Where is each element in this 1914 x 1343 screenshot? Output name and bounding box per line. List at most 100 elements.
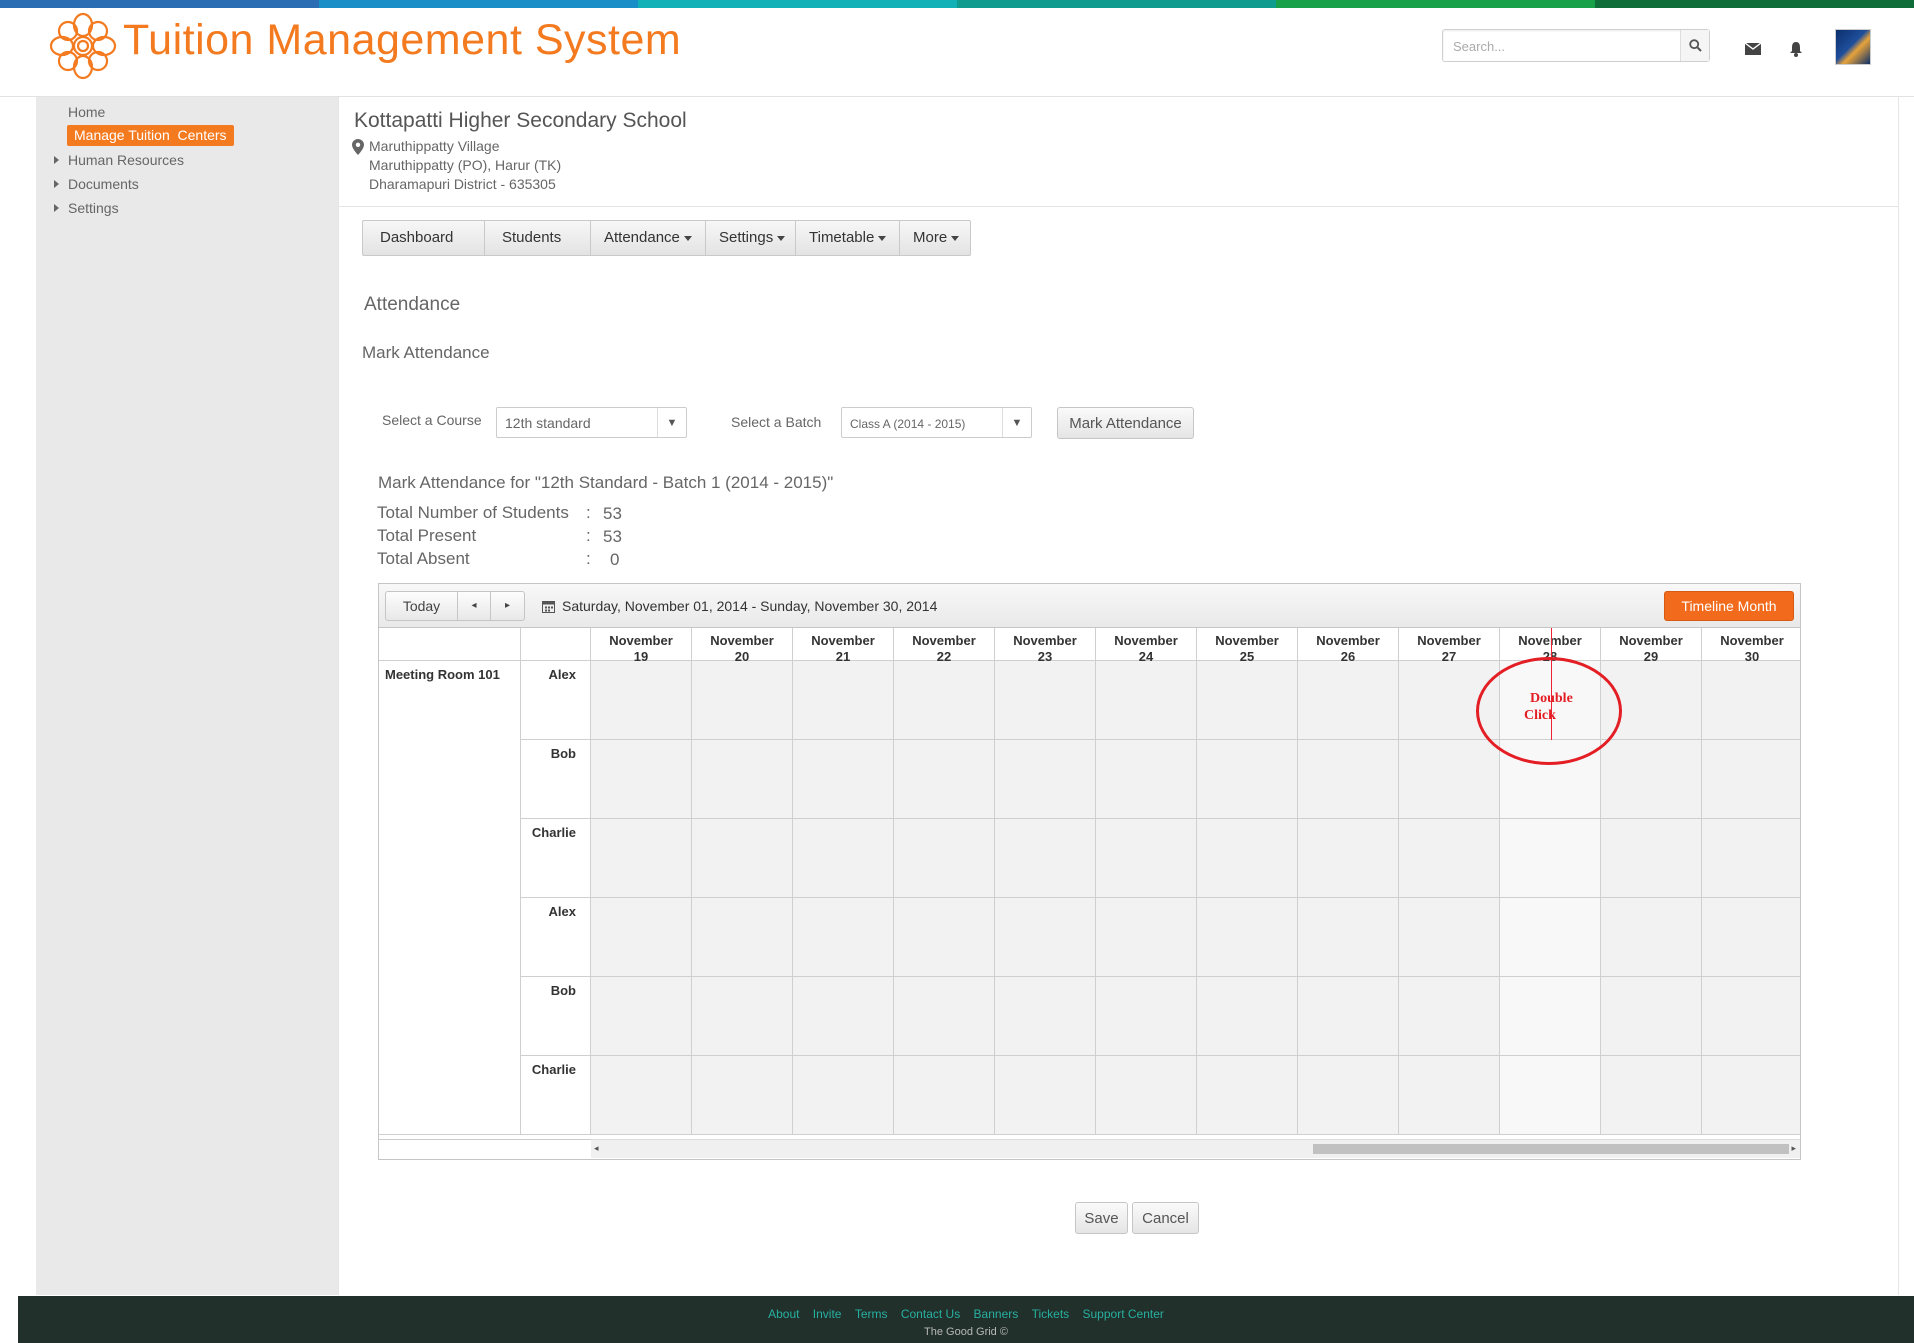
time-slot[interactable]: [894, 819, 995, 898]
footer-link-invite[interactable]: Invite: [813, 1307, 842, 1321]
sidebar-item-human-resources[interactable]: Human Resources: [54, 152, 184, 168]
time-slot[interactable]: [995, 977, 1096, 1056]
time-slot[interactable]: [1298, 740, 1399, 819]
tab-more[interactable]: More: [900, 221, 970, 255]
time-slot[interactable]: [591, 977, 692, 1056]
tab-dashboard[interactable]: Dashboard: [363, 221, 485, 255]
time-slot[interactable]: [1601, 977, 1702, 1056]
next-arrow-icon[interactable]: ▸: [491, 592, 524, 620]
time-slot[interactable]: [591, 819, 692, 898]
time-slot[interactable]: [1500, 977, 1601, 1056]
time-slot[interactable]: [1500, 1056, 1601, 1135]
timeline-month-view-button[interactable]: Timeline Month: [1664, 591, 1794, 621]
time-slot[interactable]: [1197, 819, 1298, 898]
time-slot[interactable]: [1096, 661, 1197, 740]
time-slot[interactable]: [793, 898, 894, 977]
time-slot[interactable]: [1702, 740, 1800, 819]
time-slot[interactable]: [793, 819, 894, 898]
time-slot[interactable]: [1399, 898, 1500, 977]
mark-attendance-button[interactable]: Mark Attendance: [1057, 407, 1194, 439]
envelope-icon[interactable]: [1742, 38, 1764, 60]
time-slot[interactable]: [995, 819, 1096, 898]
sidebar-item-documents[interactable]: Documents: [54, 176, 139, 192]
time-slot[interactable]: [692, 898, 793, 977]
time-slot[interactable]: [591, 898, 692, 977]
time-slot[interactable]: [1197, 898, 1298, 977]
scrollbar-thumb[interactable]: [1313, 1144, 1789, 1154]
time-slot[interactable]: [1197, 661, 1298, 740]
scroll-right-arrow-icon[interactable]: ▸: [1791, 1143, 1796, 1154]
time-slot[interactable]: [591, 661, 692, 740]
time-slot[interactable]: [1399, 1056, 1500, 1135]
time-slot[interactable]: [1096, 819, 1197, 898]
search-icon[interactable]: [1680, 30, 1709, 61]
time-slot[interactable]: [692, 661, 793, 740]
footer-link-tickets[interactable]: Tickets: [1032, 1307, 1070, 1321]
bell-icon[interactable]: [1785, 38, 1807, 60]
save-button[interactable]: Save: [1075, 1202, 1128, 1234]
time-slot[interactable]: [894, 1056, 995, 1135]
tab-settings[interactable]: Settings: [706, 221, 796, 255]
time-slot[interactable]: [1298, 898, 1399, 977]
time-slot[interactable]: [1096, 1056, 1197, 1135]
time-slot[interactable]: [1601, 819, 1702, 898]
chevron-down-icon[interactable]: ▼: [657, 408, 686, 437]
time-slot[interactable]: [1298, 661, 1399, 740]
time-slot[interactable]: [1702, 819, 1800, 898]
time-slot[interactable]: [1197, 1056, 1298, 1135]
time-slot[interactable]: [1096, 977, 1197, 1056]
time-slot[interactable]: [793, 977, 894, 1056]
time-slot[interactable]: [1197, 740, 1298, 819]
time-slot[interactable]: [692, 740, 793, 819]
time-slot[interactable]: [1601, 898, 1702, 977]
time-slot[interactable]: [591, 740, 692, 819]
chevron-down-icon[interactable]: ▼: [1002, 408, 1031, 437]
time-slot[interactable]: [1197, 977, 1298, 1056]
scroll-left-arrow-icon[interactable]: ◂: [594, 1143, 599, 1154]
time-slot[interactable]: [995, 898, 1096, 977]
footer-link-about[interactable]: About: [768, 1307, 799, 1321]
time-slot[interactable]: [1399, 977, 1500, 1056]
time-slot[interactable]: [692, 1056, 793, 1135]
time-slot[interactable]: [793, 1056, 894, 1135]
time-slot[interactable]: [1096, 740, 1197, 819]
search-box[interactable]: [1442, 29, 1710, 62]
time-slot[interactable]: [1500, 819, 1601, 898]
time-slot[interactable]: [1298, 1056, 1399, 1135]
time-slot[interactable]: [1399, 819, 1500, 898]
tab-students[interactable]: Students: [485, 221, 591, 255]
time-slot[interactable]: [692, 819, 793, 898]
time-slot[interactable]: [1702, 661, 1800, 740]
footer-link-contact-us[interactable]: Contact Us: [901, 1307, 960, 1321]
time-slot[interactable]: [793, 661, 894, 740]
tab-attendance[interactable]: Attendance: [591, 221, 706, 255]
sidebar-item-home[interactable]: Home: [68, 104, 105, 120]
footer-link-support-center[interactable]: Support Center: [1083, 1307, 1164, 1321]
time-slot[interactable]: [894, 740, 995, 819]
horizontal-scrollbar[interactable]: ◂ ▸: [591, 1139, 1800, 1158]
time-slot[interactable]: [793, 740, 894, 819]
today-button[interactable]: Today: [386, 592, 458, 620]
time-slot[interactable]: [995, 661, 1096, 740]
time-slot[interactable]: [1298, 819, 1399, 898]
sidebar-item-manage-tuition-centers[interactable]: Manage Tuition Centers: [67, 125, 234, 146]
time-slot[interactable]: [995, 740, 1096, 819]
time-slot[interactable]: [1500, 898, 1601, 977]
time-slot[interactable]: [1096, 898, 1197, 977]
time-slot[interactable]: [894, 977, 995, 1056]
time-slot[interactable]: [1399, 740, 1500, 819]
footer-link-terms[interactable]: Terms: [855, 1307, 888, 1321]
time-slot[interactable]: [995, 1056, 1096, 1135]
time-slot[interactable]: [1601, 740, 1702, 819]
time-slot[interactable]: [894, 898, 995, 977]
prev-arrow-icon[interactable]: ◂: [458, 592, 491, 620]
sidebar-item-settings[interactable]: Settings: [54, 200, 119, 216]
time-slot[interactable]: [692, 977, 793, 1056]
user-avatar[interactable]: [1835, 29, 1871, 65]
app-title[interactable]: Tuition Management System: [123, 16, 681, 65]
search-input[interactable]: [1451, 35, 1675, 57]
time-slot[interactable]: [1298, 977, 1399, 1056]
time-slot[interactable]: [894, 661, 995, 740]
date-range[interactable]: Saturday, November 01, 2014 - Sunday, No…: [542, 598, 937, 614]
time-slot[interactable]: [1702, 1056, 1800, 1135]
